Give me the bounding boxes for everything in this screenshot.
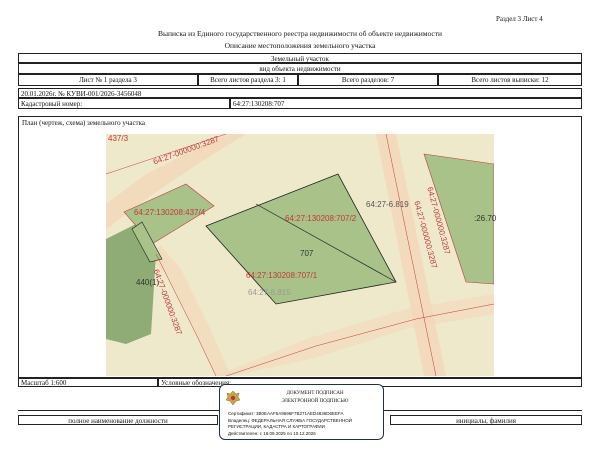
cadastral-label-cell: Кадастровый номер: [18,98,230,109]
scale-cell: Масштаб 1:600 [18,378,158,387]
section-total: Всего листов раздела 3: 1 [210,76,286,84]
label-parcel-707-2: 64:27:130208:707/2 [285,214,357,223]
sheets-total-cell: Всего листов выписки: 12 [438,74,582,86]
stamp-cert: Сертификат: 3B0EAAF5A9696F7B271AED4836D6… [228,411,344,416]
cadastral-value-cell: 64:27:130208:707 [230,98,582,109]
scale: Масштаб 1:600 [21,379,67,387]
document-title: Выписка из Единого государственного реес… [157,29,443,38]
stamp-owner: Владелец: ФЕДЕРАЛЬНАЯ СЛУЖБА ГОСУДАРСТВЕ… [228,418,352,423]
label-right-edge: :26.70 [474,214,497,223]
name-caption: инициалы, фамилия [456,417,516,425]
stamp-validity: Действителен: с 16.09.2025 по 10.12.2026 [228,431,316,436]
label-grey-6815: 64:27-6.815 [248,288,291,297]
object-type-row: Земельный участок [18,53,582,63]
sheets-total: Всего листов выписки: 12 [471,76,549,84]
sections-total-cell: Всего разделов: 7 [298,74,438,86]
label-parcel-437-4: 64:27:130208:437/4 [134,208,206,217]
object-type-caption: вид объекта недвижимости [259,64,341,73]
doc-number-row: 20.01.2026г. № КУВИ-001/2026-3456048 [18,88,582,98]
emblem-icon [225,390,241,406]
name-cell: инициалы, фамилия [390,415,582,425]
cadastral-number: 64:27:130208:707 [233,100,285,108]
position-cell: полное наименование должности [18,415,218,425]
document-subtitle: Описание местоположения земельного участ… [224,41,376,50]
e-signature-stamp: ДОКУМЕНТ ПОДПИСАН ЭЛЕКТРОННОЙ ПОДПИСЬЮ С… [219,384,384,440]
label-parcel-707-1: 64:27:130208:707/1 [246,271,318,280]
plan-caption: План (чертеж, схема) земельного участка [22,119,146,127]
object-type: Земельный участок [271,54,329,63]
stamp-line2: ЭЛЕКТРОННОЙ ПОДПИСЬЮ [281,399,349,404]
stamp-line1: ДОКУМЕНТ ПОДПИСАН [286,391,344,396]
section-total-cell: Всего листов раздела 3: 1 [198,74,298,86]
sheet-number: Лист № 1 раздела 3 [79,76,137,84]
stamp-owner2: РЕГИСТРАЦИИ, КАДАСТРА И КАРТОГРАФИИ [228,424,325,429]
object-type-caption-row: вид объекта недвижимости [18,63,582,74]
sheet-cell: Лист № 1 раздела 3 [18,74,198,86]
cadastral-label: Кадастровый номер: [21,100,83,108]
label-437-3: 437/3 [108,134,129,143]
sections-total: Всего разделов: 7 [341,76,395,84]
section-sheet-info: Раздел 3 Лист 4 [496,15,543,23]
position-caption: полное наименование должности [68,417,168,425]
label-707: 707 [300,249,314,258]
label-grey-6819: 64:27-6.819 [366,200,409,209]
